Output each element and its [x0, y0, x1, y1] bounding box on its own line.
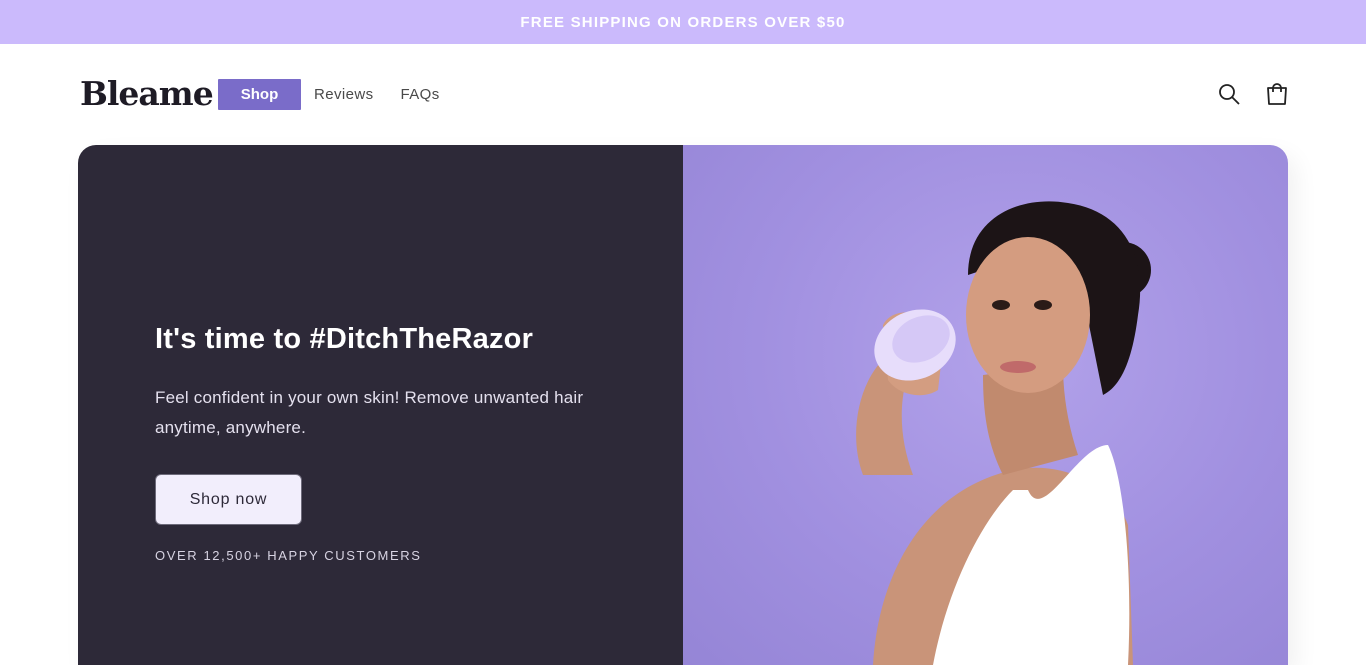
shop-now-button[interactable]: Shop now	[155, 474, 302, 525]
announcement-text: FREE SHIPPING ON ORDERS OVER $50	[520, 13, 846, 31]
search-icon	[1219, 84, 1240, 105]
model-photo-illustration	[856, 201, 1151, 665]
hero-banner: It's time to #DitchTheRazor Feel confide…	[78, 145, 1288, 665]
nav-reviews-link[interactable]: Reviews	[314, 86, 373, 103]
nav-faqs-link[interactable]: FAQs	[400, 86, 439, 103]
logo[interactable]: Bleame	[80, 74, 214, 113]
search-button[interactable]	[1216, 81, 1242, 107]
main-nav: Shop Reviews FAQs	[218, 79, 440, 110]
announcement-bar: FREE SHIPPING ON ORDERS OVER $50	[0, 0, 1366, 44]
cart-button[interactable]	[1264, 81, 1290, 107]
hero-content: It's time to #DitchTheRazor Feel confide…	[78, 145, 683, 665]
happy-customers-text: OVER 12,500+ HAPPY CUSTOMERS	[155, 548, 422, 563]
hero-image	[683, 145, 1288, 665]
nav-shop-link[interactable]: Shop	[218, 79, 301, 110]
site-header: Bleame Shop Reviews FAQs	[0, 44, 1366, 145]
cart-icon	[1267, 83, 1287, 105]
hero-description: Feel confident in your own skin! Remove …	[155, 388, 584, 437]
hero-title: It's time to #DitchTheRazor	[155, 323, 534, 355]
